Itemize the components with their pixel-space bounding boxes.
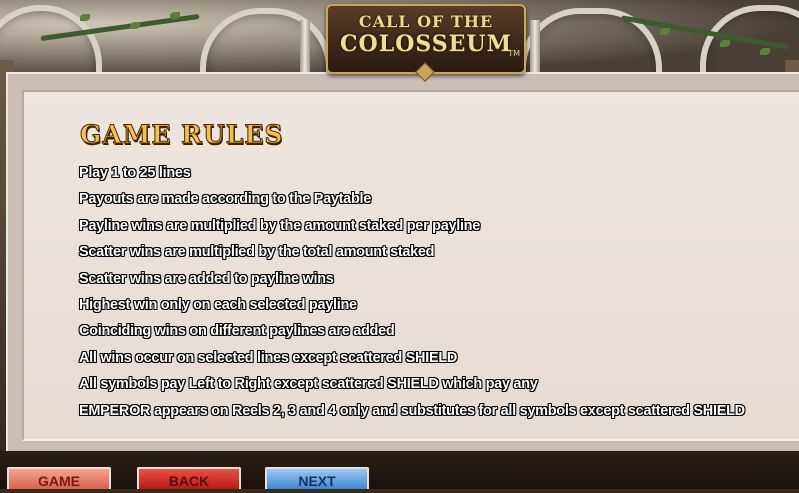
rule-item: Payouts are made according to the Paytab… bbox=[79, 191, 371, 208]
logo-line-2: COLOSSEUM bbox=[340, 31, 512, 57]
rule-item: Scatter wins are multiplied by the total… bbox=[79, 244, 435, 261]
rule-item: Payline wins are multiplied by the amoun… bbox=[79, 217, 481, 234]
leaf bbox=[130, 22, 140, 29]
rule-item: All wins occur on selected lines except … bbox=[79, 349, 458, 366]
leaf bbox=[760, 48, 770, 55]
next-button[interactable]: NEXT bbox=[265, 467, 369, 489]
rule-item: Scatter wins are added to payline wins bbox=[79, 270, 334, 287]
leaf bbox=[80, 14, 90, 21]
rules-panel: GAME RULES Play 1 to 25 lines Payouts ar… bbox=[6, 72, 799, 451]
rule-item: All symbols pay Left to Right except sca… bbox=[79, 376, 538, 393]
rule-item: Coinciding wins on different paylines ar… bbox=[79, 323, 395, 340]
rule-item: EMPEROR appears on Reels 2, 3 and 4 only… bbox=[79, 402, 745, 419]
game-logo: CALL OF THE COLOSSEUM TM bbox=[326, 4, 526, 82]
stone-column bbox=[530, 20, 540, 80]
stone-column bbox=[300, 20, 310, 80]
rules-panel-inner: GAME RULES Play 1 to 25 lines Payouts ar… bbox=[22, 90, 799, 441]
stone-arch bbox=[200, 8, 332, 80]
leaf bbox=[660, 28, 670, 35]
logo-line-1: CALL OF THE bbox=[358, 12, 494, 31]
rules-list: Play 1 to 25 lines Payouts are made acco… bbox=[79, 160, 745, 424]
trademark-mark: TM bbox=[508, 49, 520, 58]
bottom-bar bbox=[0, 451, 799, 489]
leaf bbox=[170, 12, 180, 19]
rule-item: Highest win only on each selected paylin… bbox=[79, 297, 357, 314]
rule-item: Play 1 to 25 lines bbox=[79, 165, 191, 181]
rules-title: GAME RULES bbox=[79, 120, 284, 150]
leaf bbox=[720, 40, 730, 47]
game-button[interactable]: GAME bbox=[7, 467, 111, 489]
back-button[interactable]: BACK bbox=[137, 467, 241, 489]
